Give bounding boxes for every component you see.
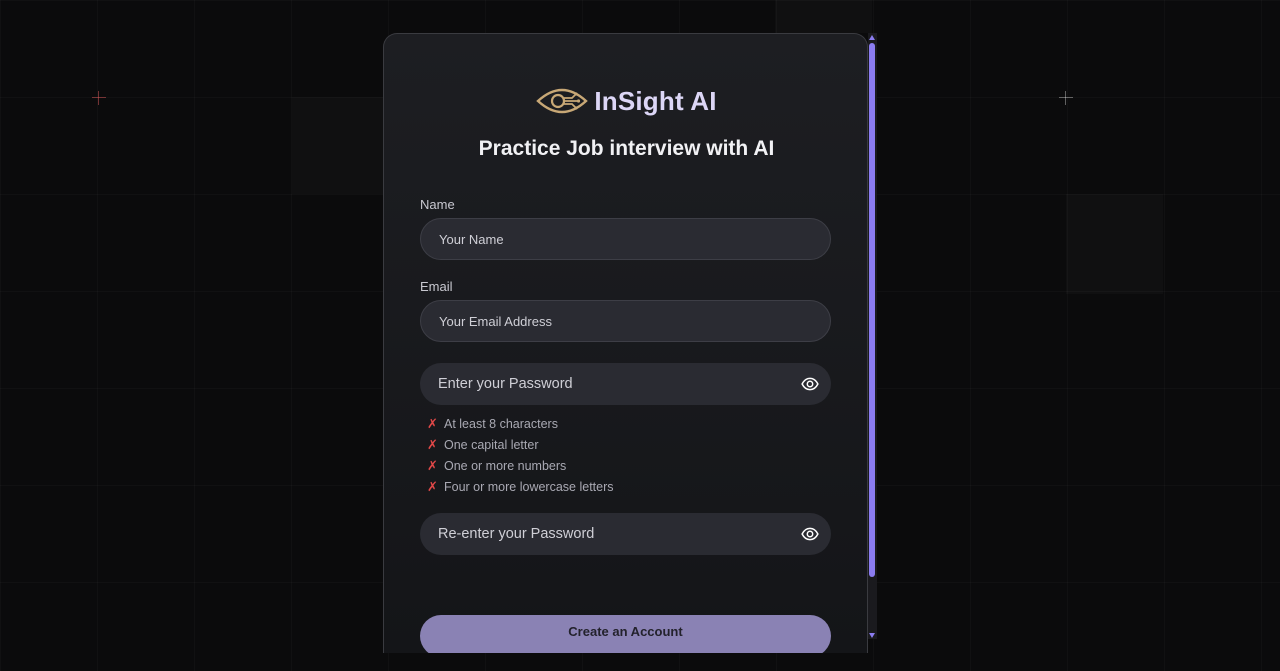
fail-mark: ✗ [427, 436, 438, 452]
fail-mark: ✗ [427, 415, 438, 431]
background-tile [292, 97, 384, 194]
brand-name: InSight AI [594, 85, 717, 116]
requirement-text: One capital letter [444, 437, 539, 452]
requirement-item: ✗ At least 8 characters [427, 413, 614, 434]
requirement-text: One or more numbers [444, 458, 567, 473]
eye-icon[interactable] [801, 525, 819, 543]
background-tile [1066, 194, 1163, 294]
fail-mark: ✗ [427, 478, 438, 494]
email-input[interactable] [439, 313, 830, 329]
scrollbar-thumb[interactable] [869, 43, 875, 577]
requirement-text: At least 8 characters [444, 416, 558, 431]
requirement-text: Four or more lowercase letters [444, 479, 614, 494]
confirm-password-input[interactable] [438, 526, 831, 542]
requirement-item: ✗ One or more numbers [427, 455, 614, 476]
password-requirements: ✗ At least 8 characters ✗ One capital le… [427, 413, 614, 497]
name-label: Name [420, 197, 455, 212]
requirement-item: ✗ One capital letter [427, 434, 614, 455]
name-field[interactable] [420, 218, 831, 260]
fail-mark: ✗ [427, 457, 438, 473]
name-input[interactable] [439, 231, 830, 247]
create-account-button[interactable]: Create an Account [420, 615, 831, 653]
scroll-up-arrow-icon[interactable] [869, 35, 875, 40]
sparkle-icon [92, 91, 106, 105]
eye-circuit-icon [536, 88, 589, 114]
password-input[interactable] [438, 376, 831, 392]
requirement-item: ✗ Four or more lowercase letters [427, 476, 614, 497]
page-title: Practice Job interview with AI [478, 137, 775, 160]
signup-card: InSight AI Practice Job interview with A… [383, 33, 868, 653]
password-field[interactable] [420, 363, 831, 405]
sparkle-icon [1059, 91, 1073, 105]
background-tile [775, 0, 872, 33]
eye-icon[interactable] [801, 375, 819, 393]
create-account-label: Create an Account [568, 624, 683, 639]
confirm-password-field[interactable] [420, 513, 831, 555]
email-field[interactable] [420, 300, 831, 342]
scrollbar[interactable] [868, 33, 877, 639]
email-label: Email [420, 279, 453, 294]
brand-header: InSight AI [384, 84, 867, 118]
scroll-down-arrow-icon[interactable] [869, 633, 875, 638]
